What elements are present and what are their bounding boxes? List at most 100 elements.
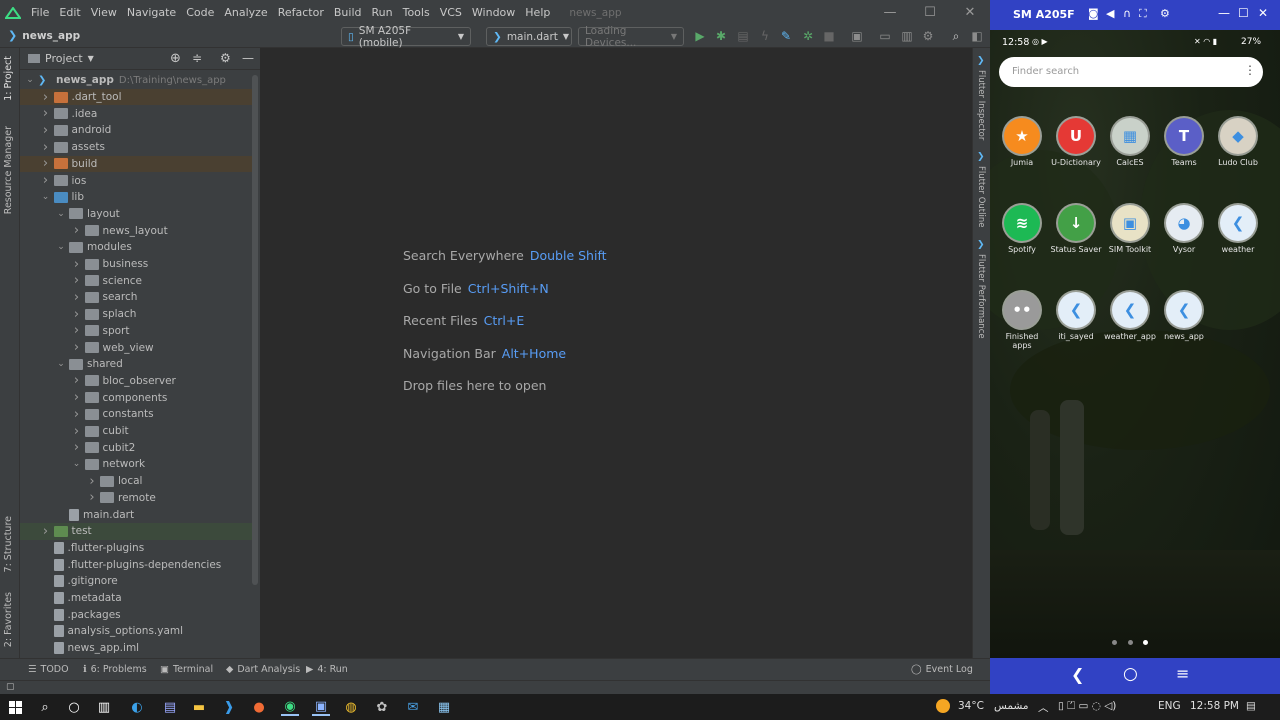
tree-folder[interactable]: ⌄ shared xyxy=(20,356,256,373)
tab-event-log[interactable]: ◯ Event Log xyxy=(911,664,973,675)
chevron-right-icon[interactable]: › xyxy=(86,474,98,489)
device-selector[interactable]: ▯ SM A205F (mobile) ▼ xyxy=(341,25,471,49)
finder-search-bar[interactable]: Finder search ⋮ xyxy=(999,57,1263,87)
hot-reload-icon[interactable]: ϟ xyxy=(758,29,772,43)
gear-icon[interactable]: ⚙ xyxy=(1160,7,1170,20)
chevron-right-icon[interactable]: › xyxy=(71,407,83,422)
taskbar-clock[interactable]: 12:58 PM xyxy=(1190,700,1239,712)
chevron-down-icon[interactable]: ⌄ xyxy=(55,209,67,219)
app-status-saver[interactable]: ↓ Status Saver xyxy=(1049,205,1103,254)
tree-folder[interactable]: › sport xyxy=(20,323,256,340)
tray-icons[interactable]: ▯ ⏍ ▭ ◌ ◁) xyxy=(1058,700,1116,713)
run-config-selector[interactable]: ❯ main.dart ▼ xyxy=(486,27,572,46)
fullscreen-icon[interactable]: ⛶ xyxy=(1139,7,1147,21)
camera-icon[interactable]: ◙ xyxy=(1088,7,1099,20)
tree-folder[interactable]: › splach xyxy=(20,306,256,323)
chevron-right-icon[interactable]: › xyxy=(71,273,83,288)
menu-window[interactable]: Window xyxy=(467,6,520,19)
chevron-right-icon[interactable]: › xyxy=(86,490,98,505)
app-vysor[interactable]: ◕ Vysor xyxy=(1157,205,1211,254)
chrome-icon[interactable]: ◍ xyxy=(342,698,360,716)
windows-start-icon[interactable] xyxy=(6,698,24,716)
tab-resource-manager[interactable]: Resource Manager xyxy=(3,126,14,214)
chevron-right-icon[interactable]: › xyxy=(71,390,83,405)
chevron-right-icon[interactable]: › xyxy=(40,140,52,155)
tab-todo[interactable]: ☰ TODO xyxy=(28,664,69,675)
tab-run[interactable]: ▶ 4: Run xyxy=(306,664,348,675)
tree-folder[interactable]: › news_layout xyxy=(20,222,256,239)
run-icon[interactable]: ▶ xyxy=(693,29,707,43)
chevron-down-icon[interactable]: ▼ xyxy=(88,54,94,63)
chevron-right-icon[interactable]: › xyxy=(71,373,83,388)
tree-folder[interactable]: › search xyxy=(20,289,256,306)
tab-flutter-inspector[interactable]: Flutter Inspector xyxy=(976,70,986,140)
app-weather[interactable]: ❮ weather xyxy=(1211,205,1265,254)
tree-folder[interactable]: › local xyxy=(20,473,256,490)
tree-folder[interactable]: › build xyxy=(20,155,256,173)
stop-icon[interactable]: ■ xyxy=(822,29,836,43)
app-ludo-club[interactable]: ◆ Ludo Club xyxy=(1211,118,1265,167)
menu-analyze[interactable]: Analyze xyxy=(219,6,272,19)
chevron-right-icon[interactable]: › xyxy=(71,307,83,322)
breadcrumb[interactable]: ❯ news_app xyxy=(8,29,80,42)
chevron-right-icon[interactable]: › xyxy=(40,156,52,171)
recents-icon[interactable]: ≡ xyxy=(1176,664,1189,683)
chevron-down-icon[interactable]: ⌄ xyxy=(71,459,83,469)
edge-icon[interactable]: ◐ xyxy=(128,698,146,716)
app-calces[interactable]: ▦ CalcES xyxy=(1103,118,1157,167)
editor-empty-area[interactable]: Search Everywhere Double Shift Go to File C… xyxy=(260,48,972,658)
back-icon[interactable]: ❮ xyxy=(1071,665,1084,684)
menu-tools[interactable]: Tools xyxy=(398,6,435,19)
menu-navigate[interactable]: Navigate xyxy=(122,6,181,19)
chevron-up-icon[interactable]: ︿ xyxy=(1038,700,1049,715)
tree-folder[interactable]: › android xyxy=(20,122,256,139)
tree-folder[interactable]: › components xyxy=(20,389,256,406)
headset-icon[interactable]: ∩ xyxy=(1123,7,1131,20)
menu-run[interactable]: Run xyxy=(367,6,398,19)
tree-file[interactable]: .packages xyxy=(20,606,256,623)
notifications-icon[interactable]: ▤ xyxy=(1246,700,1256,712)
tree-folder[interactable]: › remote xyxy=(20,490,256,507)
menu-edit[interactable]: Edit xyxy=(54,6,85,19)
locate-icon[interactable]: ⊕ xyxy=(170,51,181,66)
menu-build[interactable]: Build xyxy=(329,6,367,19)
android-studio-icon[interactable]: ◉ xyxy=(281,698,299,716)
tree-file[interactable]: .gitignore xyxy=(20,573,256,590)
scrcpy-icon[interactable]: ▣ xyxy=(312,698,330,716)
hide-panel-icon[interactable]: — xyxy=(242,51,254,65)
flutter-attach-icon[interactable]: ✎ xyxy=(779,29,793,43)
app-u-dictionary[interactable]: U U-Dictionary xyxy=(1049,118,1103,167)
weather-temperature[interactable]: 34°C xyxy=(958,700,984,712)
menu-refactor[interactable]: Refactor xyxy=(273,6,329,19)
tree-folder[interactable]: ⌄ ❯ news_app D:\Training\news_app xyxy=(20,72,256,89)
app-news-app[interactable]: ❮ news_app xyxy=(1157,292,1211,341)
mail-icon[interactable]: ✉ xyxy=(404,698,422,716)
chevron-right-icon[interactable]: › xyxy=(40,106,52,121)
task-view-icon[interactable]: ▥ xyxy=(95,698,113,716)
minimize-icon[interactable]: — xyxy=(1218,6,1230,20)
tree-file[interactable]: .flutter-plugins xyxy=(20,540,256,557)
chevron-down-icon[interactable]: ⌄ xyxy=(40,192,52,202)
phone-screen[interactable]: 12:58 ◎ ▶ ✕ ◠ ▮ 27% Finder search ⋮ ★ Jum… xyxy=(990,30,1280,658)
sdk-manager-icon[interactable]: ▭ xyxy=(878,29,892,43)
weather-condition[interactable]: مشمس xyxy=(994,700,1028,712)
tree-folder[interactable]: ⌄ lib xyxy=(20,189,256,206)
menu-help[interactable]: Help xyxy=(520,6,555,19)
chevron-right-icon[interactable]: › xyxy=(40,90,52,105)
chevron-down-icon[interactable]: ⌄ xyxy=(55,242,67,252)
app-weather-app[interactable]: ❮ weather_app xyxy=(1103,292,1157,341)
tree-folder[interactable]: › .idea xyxy=(20,105,256,122)
tree-folder[interactable]: ⌄ layout xyxy=(20,206,256,223)
chevron-right-icon[interactable]: › xyxy=(40,173,52,188)
tree-folder[interactable]: › constants xyxy=(20,406,256,423)
collapse-all-icon[interactable]: ≑ xyxy=(192,51,202,65)
chevron-right-icon[interactable]: › xyxy=(40,524,52,539)
tree-folder[interactable]: › bloc_observer xyxy=(20,373,256,390)
close-icon[interactable]: ✕ xyxy=(950,0,990,25)
weather-sun-icon[interactable] xyxy=(936,699,950,713)
chevron-right-icon[interactable]: › xyxy=(71,223,83,238)
language-indicator[interactable]: ENG xyxy=(1158,700,1181,712)
menu-vcs[interactable]: VCS xyxy=(435,6,467,19)
tab-flutter-outline[interactable]: Flutter Outline xyxy=(976,166,986,227)
tab-terminal[interactable]: ▣ Terminal xyxy=(160,664,213,675)
